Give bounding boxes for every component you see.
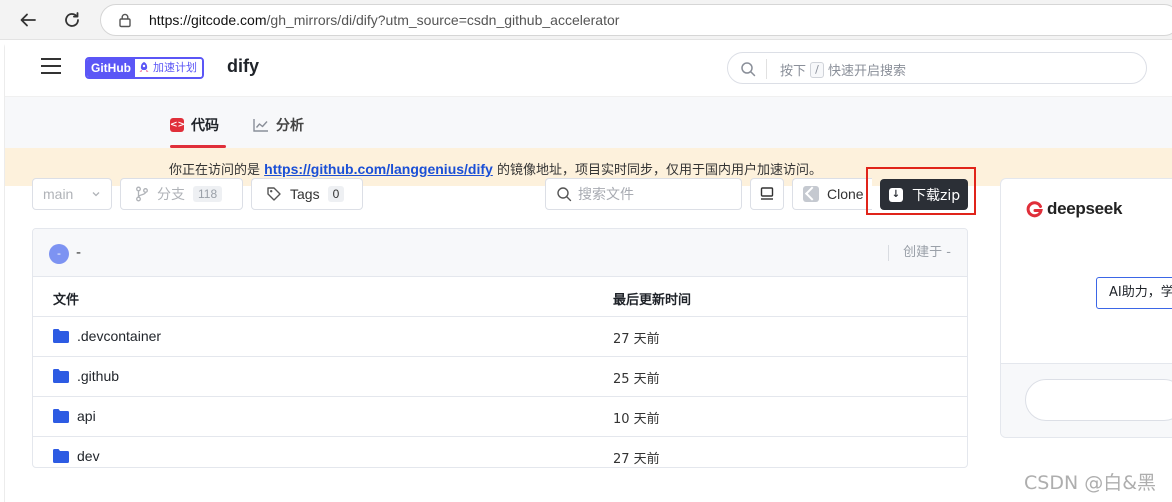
- deepseek-g-icon: [1026, 200, 1043, 217]
- commit-message[interactable]: -: [76, 245, 81, 261]
- repo-title[interactable]: dify: [227, 56, 259, 77]
- search-icon: [741, 62, 756, 77]
- tab-analysis[interactable]: 分析: [253, 115, 304, 135]
- folder-icon: [53, 449, 69, 463]
- table-header: 文件 最后更新时间: [33, 277, 967, 317]
- tags-count: 0: [327, 186, 345, 202]
- branch-select-value: main: [43, 186, 74, 202]
- ai-chat-input[interactable]: [1025, 379, 1172, 421]
- code-icon: <>: [170, 118, 186, 132]
- file-name[interactable]: dev: [77, 448, 100, 464]
- tags-label: Tags: [290, 186, 320, 202]
- deepseek-promo-card: deepseek AI助力，学: [1000, 178, 1172, 438]
- latest-commit-row: - - 创建于 -: [33, 229, 967, 277]
- file-name[interactable]: api: [77, 408, 96, 424]
- arrow-left-icon: [20, 13, 36, 27]
- table-row[interactable]: .devcontainer 27 天前: [33, 317, 967, 357]
- file-search-input[interactable]: 搜索文件: [545, 178, 742, 210]
- deepseek-brand-text: deepseek: [1047, 199, 1123, 218]
- table-row[interactable]: api 10 天前: [33, 397, 967, 437]
- clone-icon: [803, 186, 819, 202]
- lock-icon: [119, 13, 131, 28]
- rocket-icon: [139, 62, 149, 72]
- reload-icon: [65, 12, 79, 27]
- file-name[interactable]: .github: [77, 368, 119, 384]
- branches-count: 118: [193, 186, 223, 202]
- notice-prefix: 你正在访问的是: [169, 163, 261, 178]
- column-header-file: 文件: [53, 293, 80, 308]
- file-updated: 27 天前: [613, 332, 660, 347]
- address-bar[interactable]: https://gitcode.com/gh_mirrors/di/dify?u…: [100, 4, 1172, 36]
- menu-icon[interactable]: [41, 58, 61, 76]
- tab-code[interactable]: <> 代码: [170, 115, 219, 135]
- chart-icon: [253, 119, 268, 132]
- url-path: /gh_mirrors/di/dify?utm_source=csdn_gith…: [266, 12, 620, 28]
- monitor-icon: [760, 187, 774, 200]
- branches-label: 分支: [157, 186, 185, 202]
- download-label: 下载zip: [912, 187, 961, 204]
- table-row[interactable]: dev 27 天前: [33, 437, 967, 467]
- reload-button[interactable]: [60, 8, 84, 32]
- chevron-down-icon: [92, 192, 100, 197]
- top-nav: GitHub 加速计划 dify 按下 / 快速开启搜索: [5, 40, 1172, 96]
- watermark: CSDN @白&黑: [1024, 472, 1157, 494]
- download-icon: ↓: [889, 187, 903, 202]
- back-button[interactable]: [16, 8, 40, 32]
- original-repo-link[interactable]: https://github.com/langgenius/dify: [264, 161, 493, 177]
- search-icon: [557, 187, 572, 202]
- created-at: 创建于 -: [888, 245, 951, 261]
- file-updated: 10 天前: [613, 412, 660, 427]
- search-shortcut-key: /: [810, 61, 825, 78]
- avatar[interactable]: -: [49, 244, 69, 264]
- file-updated: 27 天前: [613, 452, 660, 467]
- folder-icon: [53, 329, 69, 343]
- download-zip-button[interactable]: ↓ 下载zip: [880, 179, 968, 210]
- tab-analysis-label: 分析: [276, 118, 304, 134]
- file-name[interactable]: .devcontainer: [77, 328, 161, 344]
- browser-toolbar: https://gitcode.com/gh_mirrors/di/dify?u…: [0, 0, 1172, 40]
- notice-text: 你正在访问的是 https://github.com/langgenius/di…: [169, 159, 822, 178]
- tags-button[interactable]: Tags 0: [251, 178, 363, 210]
- deepseek-logo[interactable]: deepseek: [1026, 199, 1122, 219]
- branch-select[interactable]: main: [32, 178, 112, 210]
- url-text: https://gitcode.com/gh_mirrors/di/dify?u…: [149, 12, 619, 28]
- repo-tabs: <> 代码 分析: [5, 96, 1172, 148]
- folder-icon: [53, 409, 69, 423]
- branch-icon: [136, 186, 148, 202]
- ai-assist-button[interactable]: AI助力，学: [1096, 277, 1172, 309]
- file-updated: 25 天前: [613, 372, 660, 387]
- table-row[interactable]: .github 25 天前: [33, 357, 967, 397]
- global-search[interactable]: 按下 / 快速开启搜索: [727, 52, 1147, 84]
- clone-label: Clone: [827, 186, 864, 202]
- tag-icon: [267, 187, 281, 201]
- notice-suffix: 的镜像地址，项目实时同步，仅用于国内用户加速访问。: [496, 163, 822, 178]
- search-hint-prefix: 按下: [780, 64, 807, 79]
- search-hint-suffix: 快速开启搜索: [828, 64, 907, 79]
- view-mode-button[interactable]: [750, 178, 784, 210]
- tab-code-label: 代码: [191, 118, 219, 134]
- badge-accelerate-label: 加速计划: [153, 61, 197, 74]
- github-accelerator-badge[interactable]: GitHub 加速计划: [85, 57, 204, 79]
- file-search-placeholder: 搜索文件: [578, 186, 634, 202]
- badge-github-label: GitHub: [87, 59, 135, 77]
- url-host: https://gitcode.com: [149, 12, 267, 28]
- column-header-updated: 最后更新时间: [613, 293, 692, 308]
- search-hint: 按下 / 快速开启搜索: [780, 60, 906, 79]
- file-list-panel: - - 创建于 - 文件 最后更新时间 .devcontainer 27 天前 …: [32, 228, 968, 468]
- clone-button[interactable]: Clone: [792, 178, 872, 210]
- folder-icon: [53, 369, 69, 383]
- branches-button[interactable]: 分支 118: [120, 178, 243, 210]
